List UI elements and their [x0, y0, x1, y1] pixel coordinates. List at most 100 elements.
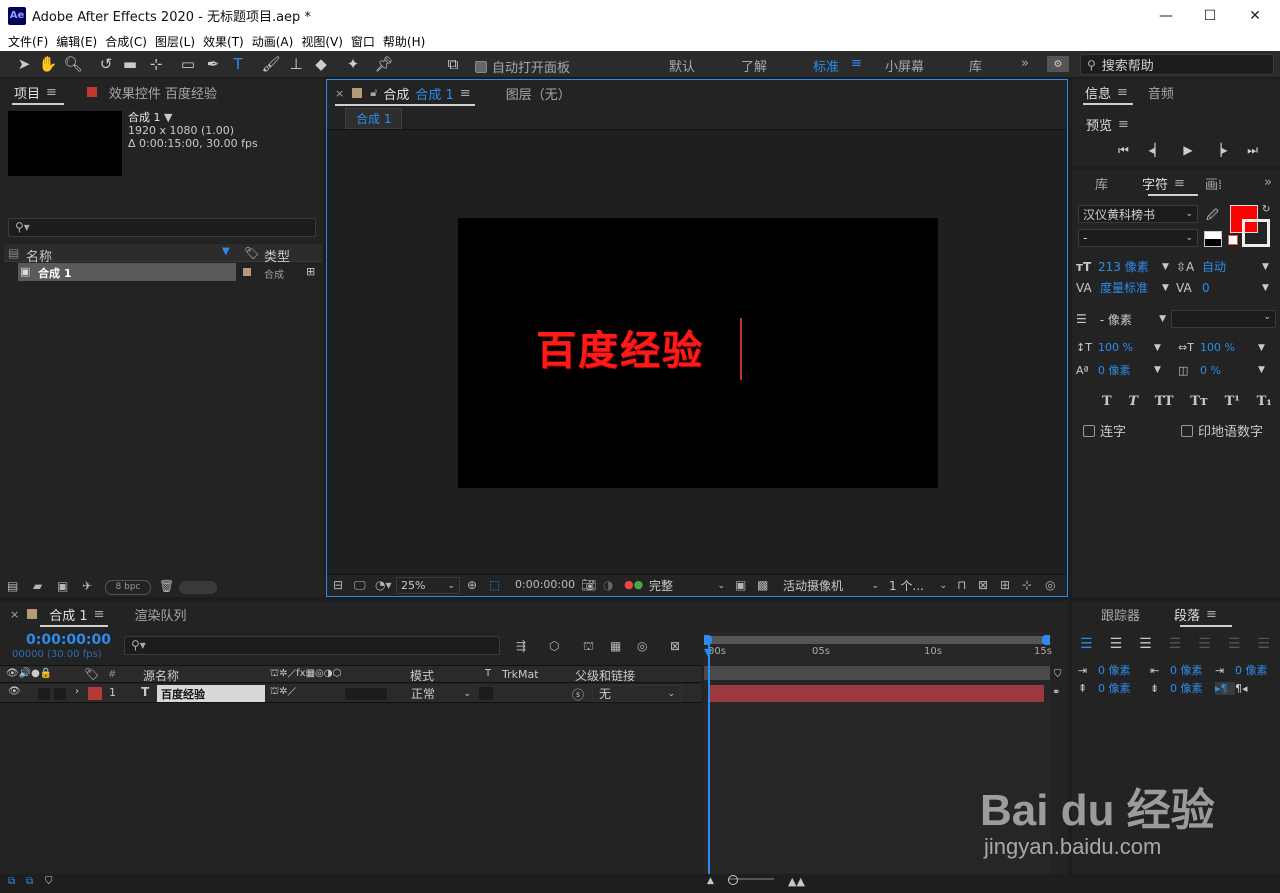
comp-tab-label[interactable]: 合成	[383, 84, 409, 103]
pen-tool-icon[interactable]: ✒	[203, 54, 223, 74]
new-folder-icon[interactable]: ▰	[33, 579, 42, 593]
panel-menu-icon[interactable]: ≡	[94, 607, 105, 622]
views-dropdown[interactable]: 1 个... ⌄	[885, 577, 951, 594]
hindi-digits-option[interactable]: 印地语数字	[1181, 421, 1263, 440]
sort-arrow-icon[interactable]: ▼	[222, 246, 230, 257]
comp-flowchart-icon[interactable]: ⇶	[516, 639, 526, 653]
stroke-type-dropdown[interactable]: ⌄	[1171, 310, 1276, 328]
camera-tool-icon[interactable]: ▬	[120, 54, 140, 74]
tracking-value[interactable]: 0	[1202, 281, 1262, 295]
ltr-icon[interactable]: ▸¶	[1215, 681, 1235, 695]
rectangle-tool-icon[interactable]: ▭	[178, 54, 198, 74]
eye-visibility-icon[interactable]: 👁︎	[8, 686, 21, 697]
workspace-learn[interactable]: 了解	[741, 56, 767, 75]
hand-tool-icon[interactable]: ✋	[38, 54, 58, 74]
no-fill-icon[interactable]	[1228, 235, 1238, 245]
type-tool-icon[interactable]: T	[228, 54, 248, 74]
layer-switches-toggle-icon[interactable]: ⧉	[8, 876, 15, 887]
zoom-slider-thumb[interactable]	[728, 875, 738, 885]
faux-bold-button[interactable]: T	[1102, 394, 1112, 409]
col-t[interactable]: T	[485, 668, 491, 679]
playhead-handle-icon[interactable]: ▼	[704, 646, 712, 659]
timeline-icon[interactable]: ⊞	[1000, 578, 1010, 592]
layer-switches-empty[interactable]	[345, 688, 387, 700]
font-style-dropdown[interactable]: - ⌄	[1078, 229, 1198, 247]
snapshot-icon[interactable]: 📷︎	[581, 578, 596, 592]
col-source-name[interactable]: 源名称	[143, 667, 179, 684]
current-time[interactable]: 0:00:00:00	[515, 578, 575, 591]
font-family-dropdown[interactable]: 汉仪黄科榜书 ⌄	[1078, 205, 1198, 223]
menu-file[interactable]: 文件(F)	[4, 33, 52, 50]
monitor-icon[interactable]: 🖵︎	[354, 578, 366, 593]
comp-tab-name[interactable]: 合成 1	[415, 84, 453, 103]
maximize-button[interactable]: ☐	[1188, 0, 1232, 31]
tab-project[interactable]: 项目	[14, 83, 40, 102]
tab-paragraph[interactable]: 段落	[1174, 605, 1200, 624]
fast-previews-icon[interactable]: ▣	[735, 578, 746, 592]
menu-animation[interactable]: 动画(A)	[248, 33, 298, 50]
comp-viewer-canvas[interactable]: 百度经验	[458, 218, 938, 488]
solo-toggle[interactable]	[38, 688, 50, 700]
graph-editor-icon[interactable]: ⊠	[670, 639, 680, 653]
chevron-down-icon[interactable]: ▼	[1162, 262, 1176, 272]
justify-all-icon[interactable]: ☰	[1257, 636, 1270, 652]
chevron-down-icon[interactable]: ▼	[1262, 262, 1269, 272]
project-search-input[interactable]: ⚲▾	[8, 218, 316, 237]
comp-text-layer[interactable]: 百度经验	[536, 318, 704, 376]
last-frame-icon[interactable]: ⏭︎	[1247, 143, 1258, 158]
menu-edit[interactable]: 编辑(E)	[52, 33, 101, 50]
workspace-menu-icon[interactable]: ≡	[851, 56, 862, 71]
workspace-small-screen[interactable]: 小屏幕	[885, 56, 924, 75]
justify-center-icon[interactable]: ☰	[1198, 636, 1211, 652]
trash-icon[interactable]: 🗑︎	[159, 579, 174, 593]
preserve-transparency-toggle[interactable]	[479, 687, 493, 700]
zoom-dropdown[interactable]: 25% ⌄	[396, 577, 460, 594]
in-out-toggle-icon[interactable]: ⛉	[45, 876, 53, 887]
close-tab-icon[interactable]: ×	[10, 608, 19, 621]
time-graph[interactable]: 00s 05s 10s 15s ▼	[704, 632, 1052, 874]
justify-left-icon[interactable]: ☰	[1169, 636, 1182, 652]
col-parent[interactable]: 父级和链接	[575, 667, 635, 684]
channel-icon[interactable]: ●●	[624, 578, 643, 591]
resolution-dropdown[interactable]: 完整 ⌄	[645, 577, 729, 594]
rotate-tool-icon[interactable]: ↺	[96, 54, 116, 74]
layer-name[interactable]: 百度经验	[157, 685, 265, 702]
shy-layers-icon[interactable]: ⛫	[583, 639, 594, 655]
layer-label-color[interactable]	[88, 687, 102, 700]
brush-tool-icon[interactable]: 🖌︎	[261, 54, 281, 74]
expand-layer-icon[interactable]: ›	[75, 686, 79, 697]
tab-tracker[interactable]: 跟踪器	[1101, 605, 1140, 624]
lock-icon[interactable]: 🔓︎	[370, 86, 377, 100]
exposure-icon[interactable]: ◎	[1045, 578, 1055, 592]
mask-icon[interactable]: ◔▾	[375, 578, 392, 592]
tab-render-queue[interactable]: 渲染队列	[135, 605, 187, 624]
stroke-width-value[interactable]: - 像素	[1100, 311, 1159, 328]
menu-composition[interactable]: 合成(C)	[101, 33, 151, 50]
thumbnail-slider[interactable]	[179, 581, 217, 594]
close-tab-icon[interactable]: ×	[335, 87, 344, 100]
zoom-tool-icon[interactable]: 🔍︎	[63, 54, 83, 74]
indent-right-value[interactable]: 0 像素	[1170, 662, 1215, 678]
tab-info[interactable]: 信息	[1085, 83, 1111, 102]
lock-toggle[interactable]	[54, 688, 66, 700]
hindi-digits-checkbox[interactable]	[1181, 424, 1193, 437]
workspace-panel-icon[interactable]: ⧉	[443, 54, 463, 74]
chevron-down-icon[interactable]: ▼	[1258, 365, 1265, 375]
black-white-icon[interactable]	[1204, 231, 1222, 247]
roto-brush-tool-icon[interactable]: ✦	[343, 54, 363, 74]
flowchart-icon[interactable]: ⊞	[306, 265, 315, 278]
tab-timeline-comp[interactable]: 合成 1	[49, 605, 87, 624]
flowchart-icon[interactable]: ⊹	[1022, 578, 1032, 592]
show-snapshot-icon[interactable]: ◑	[603, 578, 613, 592]
transfer-controls-icon[interactable]: ⧉	[26, 876, 33, 887]
prev-frame-icon[interactable]: ◂▏	[1148, 143, 1163, 158]
rtl-icon[interactable]: ¶◂	[1235, 682, 1248, 695]
tab-library[interactable]: 库	[1095, 174, 1108, 193]
tab-audio[interactable]: 音频	[1148, 83, 1174, 102]
align-left-icon[interactable]: ☰	[1080, 636, 1093, 652]
minimize-button[interactable]: —	[1144, 0, 1188, 31]
draft-3d-icon[interactable]: ⬡	[549, 639, 559, 653]
horizontal-scale-value[interactable]: 100 %	[1200, 341, 1258, 354]
ligatures-checkbox[interactable]	[1083, 424, 1095, 437]
more-tabs-icon[interactable]: »	[1264, 175, 1272, 190]
